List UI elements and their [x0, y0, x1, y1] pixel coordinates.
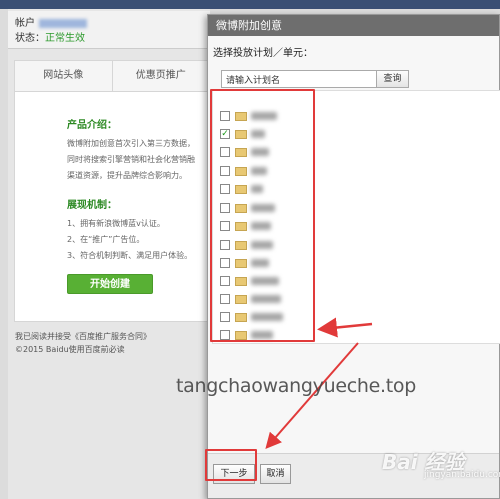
- promo-line: 渠道资源，提升品牌综合影响力。: [67, 171, 187, 180]
- list-highlight-box: [210, 89, 315, 342]
- status-value: 正常生效: [45, 33, 85, 44]
- mechanism-item: 2、在“推广”广告位。: [67, 235, 145, 244]
- mechanism-item: 1、拥有新浪微博蓝v认证。: [67, 219, 165, 228]
- account-name-blurred: [39, 18, 87, 28]
- account-label: 帐户: [15, 18, 35, 29]
- status-label: 状态：: [15, 33, 45, 44]
- baidu-jingyan-url: jingyan.baidu.com: [424, 470, 500, 480]
- mechanism-list: 1、拥有新浪微博蓝v认证。 2、在“推广”广告位。 3、符合机制判断、满足用户体…: [67, 216, 209, 264]
- account-panel: 帐户 状态：正常生效: [8, 11, 210, 49]
- agreement-footer: 我已阅读并接受《百度推广服务合同》 ©2015 Baidu使用百度前必读: [15, 330, 151, 356]
- top-nav-bar: [0, 0, 500, 9]
- dialog-title: 微博附加创意: [208, 15, 499, 36]
- product-intro-panel: 产品介绍： 微博附加创意首次引入第三方数据， 同时将搜索引擎营销和社会化营销融 …: [14, 92, 210, 322]
- promo-title: 产品介绍：: [67, 120, 117, 131]
- cancel-button[interactable]: 取消: [260, 464, 291, 484]
- tab-promo-page[interactable]: 优惠页推广: [113, 61, 210, 91]
- search-button[interactable]: 查询: [376, 70, 409, 88]
- start-create-button[interactable]: 开始创建: [67, 274, 153, 294]
- plan-search-input[interactable]: [221, 70, 377, 88]
- background-page: 帐户 状态：正常生效 网站头像 优惠页推广 产品介绍： 微博附加创意首次引入第三…: [8, 9, 210, 499]
- site-watermark: tangchaowangyueche.top: [176, 375, 416, 397]
- next-button-highlight-box: [205, 449, 257, 481]
- feature-tabs: 网站头像 优惠页推广: [14, 60, 210, 92]
- dialog-subtitle: 选择投放计划／单元：: [213, 48, 313, 59]
- agreement-text[interactable]: 我已阅读并接受《百度推广服务合同》: [15, 330, 151, 343]
- promo-line: 同时将搜索引擎营销和社会化营销融: [67, 155, 195, 164]
- copyright-text: ©2015 Baidu使用百度前必读: [15, 345, 125, 354]
- mechanism-title: 展现机制：: [67, 200, 117, 211]
- tab-site-avatar[interactable]: 网站头像: [15, 61, 113, 91]
- promo-line: 微博附加创意首次引入第三方数据，: [67, 139, 195, 148]
- mechanism-item: 3、符合机制判断、满足用户体验。: [67, 251, 193, 260]
